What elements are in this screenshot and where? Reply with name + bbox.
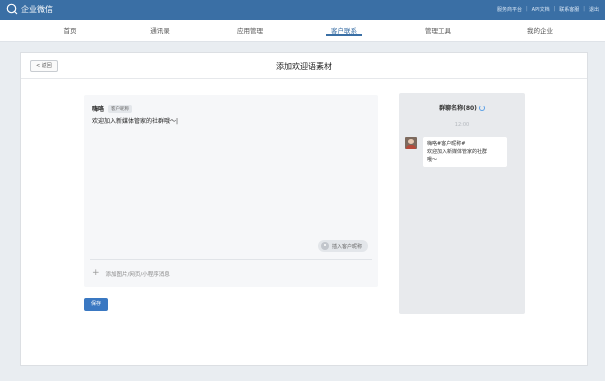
- separator: |: [583, 6, 585, 12]
- add-media-button[interactable]: + 添加图片/网页/小程序消息: [92, 269, 170, 278]
- nav-customer-contact[interactable]: 客户联系: [314, 25, 374, 36]
- page-title: 添加欢迎语素材: [276, 62, 332, 71]
- insert-customer-nickname-button[interactable]: 插入客户昵称: [317, 240, 368, 252]
- bubble-line: 哦～: [427, 157, 438, 163]
- editor-greeting-line: 嗨咯 客户昵称: [92, 104, 133, 113]
- main-nav: 首页 通讯录 应用管理 客户联系 管理工具 我的企业: [0, 20, 605, 42]
- link-logout[interactable]: 退出: [589, 6, 599, 13]
- greeting-text: 嗨咯: [92, 106, 105, 113]
- top-links: 服务商平台 | API文档 | 联系客服 | 退出: [497, 6, 599, 13]
- top-bar: 企业微信 服务商平台 | API文档 | 联系客服 | 退出: [0, 0, 605, 20]
- avatar-icon: [405, 137, 417, 149]
- group-name: 群聊名称(80): [439, 105, 477, 112]
- nav-management-tools[interactable]: 管理工具: [408, 25, 468, 35]
- nav-my-company[interactable]: 我的企业: [510, 25, 570, 35]
- wechat-work-logo-icon: [6, 3, 18, 15]
- panel-header: < 返回 添加欢迎语素材: [21, 53, 587, 79]
- nav-contacts[interactable]: 通讯录: [130, 25, 190, 35]
- separator: |: [553, 6, 556, 12]
- link-api-docs[interactable]: API文档: [532, 6, 550, 13]
- chat-preview: 群聊名称(80) 12:00 嗨咯#客户昵称# 欢迎加入新媒体管家的社群 哦～: [399, 93, 525, 314]
- message-editor[interactable]: 嗨咯 客户昵称 欢迎加入新媒体管家的社群哦～| 插入客户昵称 + 添加图片/网页…: [84, 95, 378, 287]
- active-tab-indicator: [326, 34, 362, 36]
- divider: [90, 259, 372, 260]
- logo-text: 企业微信: [21, 4, 53, 14]
- spinner-icon: [478, 105, 485, 111]
- main-panel: < 返回 添加欢迎语素材 嗨咯 客户昵称 欢迎加入新媒体管家的社群哦～| 插入客…: [20, 52, 588, 366]
- welcome-message-text[interactable]: 欢迎加入新媒体管家的社群哦～|: [92, 116, 178, 125]
- preview-title: 群聊名称(80): [399, 103, 525, 112]
- insert-label: 插入客户昵称: [331, 243, 362, 250]
- separator: |: [525, 6, 528, 12]
- link-contact-support[interactable]: 联系客服: [559, 6, 579, 13]
- bubble-line: 欢迎加入新媒体管家的社群: [427, 149, 488, 155]
- link-service-platform[interactable]: 服务商平台: [497, 6, 522, 13]
- message-bubble: 嗨咯#客户昵称# 欢迎加入新媒体管家的社群 哦～: [423, 137, 507, 167]
- nav-app-management[interactable]: 应用管理: [220, 25, 280, 35]
- nav-home[interactable]: 首页: [40, 25, 100, 35]
- preview-time: 12:00: [454, 122, 470, 128]
- add-media-label: 添加图片/网页/小程序消息: [105, 271, 170, 278]
- user-icon: [320, 242, 329, 250]
- save-button[interactable]: 保存: [84, 298, 108, 311]
- bubble-line: 嗨咯#客户昵称#: [427, 141, 466, 147]
- logo[interactable]: 企业微信: [6, 3, 53, 15]
- customer-nickname-tag[interactable]: 客户昵称: [108, 104, 133, 113]
- plus-icon: +: [92, 268, 100, 278]
